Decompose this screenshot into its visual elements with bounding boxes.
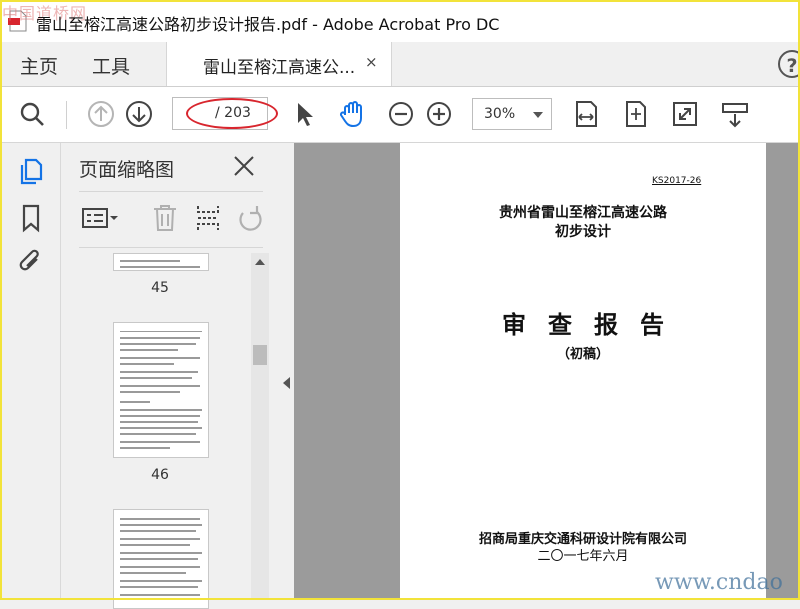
prev-page-icon[interactable] bbox=[86, 99, 116, 129]
zoom-in-icon[interactable] bbox=[424, 99, 454, 129]
thumbnail-page-number: 45 bbox=[151, 280, 169, 296]
scroll-up-icon[interactable] bbox=[255, 259, 265, 265]
document-status: （初稿） bbox=[556, 347, 609, 362]
window-title: 雷山至榕江高速公路初步设计报告.pdf - Adobe Acrobat Pro … bbox=[36, 15, 500, 34]
chevron-down-icon bbox=[533, 112, 543, 118]
panel-divider bbox=[79, 247, 263, 248]
navigation-rail bbox=[0, 143, 61, 600]
document-title-line2: 初步设计 bbox=[555, 224, 611, 240]
next-page-icon[interactable] bbox=[124, 99, 154, 129]
close-icon[interactable] bbox=[231, 153, 257, 179]
search-icon[interactable] bbox=[17, 99, 47, 129]
attachments-icon[interactable] bbox=[16, 247, 46, 277]
zoom-dropdown[interactable]: 30% bbox=[472, 98, 552, 130]
document-view[interactable]: KS2017-26 贵州省雷山至榕江高速公路 初步设计 审查报告 （初稿） 招商… bbox=[280, 143, 800, 600]
tab-home[interactable]: 主页 bbox=[20, 52, 58, 79]
zoom-out-icon[interactable] bbox=[386, 99, 416, 129]
more-tools-icon[interactable] bbox=[720, 99, 750, 129]
toolbar bbox=[0, 87, 800, 143]
red-highlight-ellipse bbox=[186, 98, 278, 129]
title-bar: 中国道桥网 雷山至榕江高速公路初步设计报告.pdf - Adobe Acroba… bbox=[0, 0, 800, 42]
watermark-bottom: www.cndao bbox=[655, 570, 783, 595]
toolbar-divider bbox=[66, 101, 67, 129]
document-date: 二〇一七年六月 bbox=[537, 549, 629, 564]
close-tab-icon[interactable]: × bbox=[365, 53, 378, 71]
tab-bar: 主页 工具 雷山至榕江高速公... × bbox=[0, 42, 800, 87]
tab-document-label: 雷山至榕江高速公... bbox=[203, 58, 356, 78]
select-cursor-icon[interactable] bbox=[290, 99, 320, 129]
delete-page-icon[interactable] bbox=[151, 203, 179, 233]
thumbnails-scrollbar[interactable] bbox=[251, 253, 269, 600]
collapse-panel-handle[interactable] bbox=[280, 143, 294, 600]
rotate-page-icon[interactable] bbox=[235, 203, 265, 233]
hand-tool-icon[interactable] bbox=[338, 99, 368, 129]
page-thumbnail[interactable] bbox=[113, 253, 209, 271]
bookmarks-icon[interactable] bbox=[16, 203, 46, 233]
zoom-value: 30% bbox=[484, 106, 516, 122]
fit-page-icon[interactable] bbox=[621, 99, 651, 129]
thumbnail-options-icon[interactable] bbox=[81, 203, 121, 233]
thumbnail-page-number: 46 bbox=[151, 467, 169, 483]
document-heading: 审查报告 bbox=[502, 311, 686, 339]
help-icon[interactable]: ? bbox=[778, 50, 800, 78]
chevron-left-icon bbox=[283, 377, 290, 389]
panel-divider bbox=[79, 191, 263, 192]
scrollbar-thumb[interactable] bbox=[253, 345, 267, 365]
tab-document[interactable]: 雷山至榕江高速公... × bbox=[166, 42, 392, 86]
page-thumbnails-icon[interactable] bbox=[16, 157, 46, 187]
document-code: KS2017-26 bbox=[652, 176, 702, 186]
document-title-line1: 贵州省雷山至榕江高速公路 bbox=[499, 205, 667, 221]
page-thumbnail[interactable] bbox=[113, 509, 209, 609]
page-thumbnail[interactable] bbox=[113, 322, 209, 458]
fullscreen-icon[interactable] bbox=[670, 99, 700, 129]
document-margin bbox=[766, 143, 800, 600]
tab-tools[interactable]: 工具 bbox=[92, 52, 130, 79]
panel-title: 页面缩略图 bbox=[79, 159, 175, 181]
pdf-page: KS2017-26 贵州省雷山至榕江高速公路 初步设计 审查报告 （初稿） 招商… bbox=[400, 143, 766, 600]
thumbnails-panel: 页面缩略图 45 46 bbox=[61, 143, 280, 609]
fit-width-icon[interactable] bbox=[571, 99, 601, 129]
insert-page-icon[interactable] bbox=[194, 203, 222, 233]
